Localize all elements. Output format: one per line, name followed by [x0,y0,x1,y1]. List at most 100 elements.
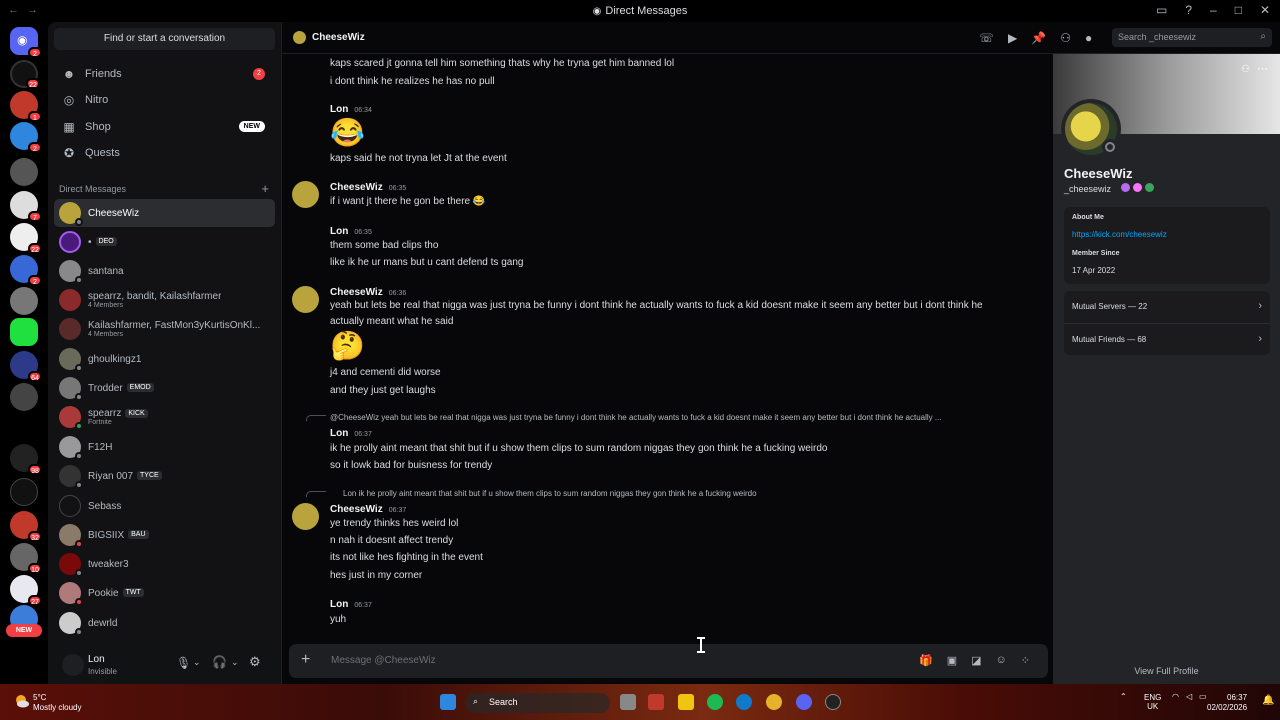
dm-item[interactable]: F12H [54,433,275,461]
weather-widget[interactable]: 5°C Mostly cloudy [33,693,81,713]
dm-item[interactable]: Kailashfarmer, FastMon3yKurtisOnKl... 4 M… [54,315,275,343]
message-author[interactable]: Lon 06:34 [330,104,372,115]
dm-item[interactable]: Sebass [54,492,275,520]
dm-item[interactable]: Trodder EMOD [54,374,275,402]
pin-icon[interactable]: 📌 [1031,31,1046,45]
server-icon[interactable]: 22 [10,60,40,89]
chevron-right-icon[interactable]: › [1258,333,1262,345]
dm-item[interactable]: santana [54,257,275,285]
file-explorer-icon[interactable] [678,694,694,710]
system-tray[interactable]: ⌃ ENG UK ◠ ◁ ▭ [1120,692,1207,711]
search-input[interactable]: Search _cheesewiz ⌕ [1112,28,1272,47]
server-icon[interactable]: 1 [10,91,42,122]
maximize-button[interactable]: □ [1235,3,1242,17]
server-icon[interactable]: 32 [10,511,42,542]
message-author[interactable]: Lon 06:37 [330,599,372,610]
battery-icon[interactable]: ▭ [1199,692,1207,701]
nav-friends[interactable]: ☻ Friends 2 [54,62,275,86]
server-icon[interactable]: 27 [10,575,42,606]
dm-item[interactable]: tweaker3 [54,550,275,578]
wifi-icon[interactable]: ◠ [1172,692,1179,701]
avatar[interactable] [292,286,319,313]
attach-plus-icon[interactable]: + [301,652,310,668]
server-icon[interactable]: 2 [10,255,42,286]
server-icon[interactable]: 22 [10,223,42,254]
minimize-button[interactable]: – [1210,3,1217,17]
reply-preview[interactable]: @CheeseWiz yeah but lets be real that ni… [330,413,1030,422]
avatar[interactable] [292,427,319,454]
language-indicator[interactable]: ENG UK [1144,693,1161,711]
close-button[interactable]: ✕ [1260,3,1270,17]
chrome-icon[interactable] [766,694,782,710]
message-author[interactable]: Lon 06:37 [330,428,372,439]
taskbar-search[interactable]: ⌕ Search [465,693,610,713]
avatar[interactable] [62,654,84,676]
dm-item[interactable]: spearrz KICK Fortnite [54,403,275,431]
message-author[interactable]: CheeseWiz 06:35 [330,182,406,193]
inbox-icon[interactable]: ▭ [1156,3,1167,17]
gear-icon[interactable]: ⚙ [249,654,261,670]
server-icon[interactable]: 7 [10,191,42,222]
new-unreads-pill[interactable]: NEW [6,624,42,637]
discord-icon[interactable] [796,694,812,710]
view-full-profile-button[interactable]: View Full Profile [1053,666,1280,676]
emoji-icon[interactable]: ☺ [996,654,1007,667]
user-profile-icon[interactable]: ● [1085,31,1092,45]
server-icon[interactable]: 2 [10,122,42,153]
microphone-icon[interactable]: 🎙 [176,656,191,670]
server-icon[interactable] [10,287,38,315]
create-dm-icon[interactable]: + [261,181,269,196]
author-name[interactable]: CheeseWiz [330,287,383,298]
server-icon[interactable] [10,158,38,186]
video-call-icon[interactable]: ▶ [1008,31,1017,45]
about-link[interactable]: https://kick.com/cheesewiz [1072,230,1167,239]
message-author[interactable]: CheeseWiz 06:37 [330,504,406,515]
volume-icon[interactable]: ◁ [1186,692,1192,701]
task-view-icon[interactable] [620,694,636,710]
find-conversation-button[interactable]: Find or start a conversation [54,28,275,50]
avatar[interactable] [292,103,319,130]
nav-nitro[interactable]: ◎ Nitro [54,88,275,112]
author-name[interactable]: CheeseWiz [330,182,383,193]
dm-item[interactable]: Pookie TWT [54,579,275,607]
avatar[interactable] [292,503,319,530]
dm-item[interactable]: • DEO [54,228,275,256]
avatar[interactable] [292,599,319,626]
gif-icon[interactable]: ▣ [947,654,957,667]
store-icon[interactable] [648,694,664,710]
avatar[interactable] [292,225,319,252]
message-composer[interactable]: + Message @CheeseWiz 🎁 ▣ ◪ ☺ ⁘ [289,644,1048,678]
headphones-icon[interactable]: 🎧 [212,655,227,669]
server-icon[interactable]: 64 [10,351,42,382]
gift-icon[interactable]: 🎁 [919,654,933,667]
dm-item[interactable]: BIGSIIX BAU [54,521,275,549]
chevron-down-icon[interactable]: ⌄ [193,657,201,668]
server-icon[interactable]: 98 [10,444,42,475]
author-name[interactable]: Lon [330,226,348,237]
author-name[interactable]: Lon [330,599,348,610]
server-icon[interactable] [10,478,38,506]
message-author[interactable]: Lon 06:35 [330,226,372,237]
dm-item[interactable]: dewrld [54,609,275,637]
steam-icon[interactable] [825,694,841,710]
nav-shop[interactable]: ▦ Shop NEW [54,115,275,139]
voice-call-icon[interactable]: ☏ [979,31,994,45]
home-button[interactable]: ◉ 2 [10,27,42,58]
help-icon[interactable]: ? [1185,3,1192,17]
edge-icon[interactable] [736,694,752,710]
server-icon[interactable] [10,383,38,411]
nitro-badge-icon[interactable] [1121,183,1130,192]
server-icon[interactable]: 10 [10,543,42,574]
author-name[interactable]: CheeseWiz [330,504,383,515]
notifications-icon[interactable]: 🔔 [1262,695,1274,706]
nav-quests[interactable]: ✪ Quests [54,141,275,165]
author-name[interactable]: Lon [330,428,348,439]
apps-icon[interactable]: ⁘ [1021,654,1030,667]
dm-item[interactable]: Riyan 007 TYCE [54,462,275,490]
server-icon[interactable] [10,318,38,346]
dm-item[interactable]: spearrz, bandit, Kailashfarmer 4 Members [54,286,275,314]
dm-item[interactable]: CheeseWiz [54,199,275,227]
quest-badge-icon[interactable] [1145,183,1154,192]
chevron-right-icon[interactable]: › [1258,300,1262,312]
add-friend-icon[interactable]: ⚇ [1241,64,1250,75]
